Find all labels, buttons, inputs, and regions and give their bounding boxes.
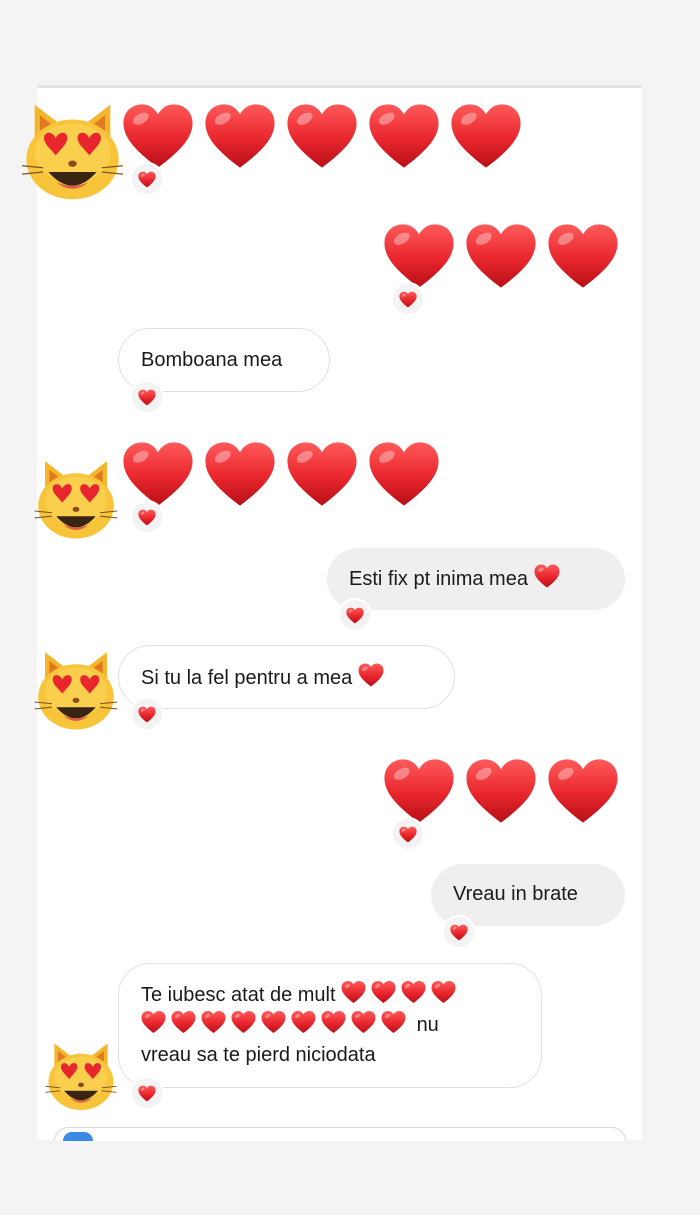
message-text: Bomboana mea bbox=[141, 349, 283, 371]
heart-reaction-badge[interactable] bbox=[130, 162, 164, 196]
heart-reaction-badge[interactable] bbox=[442, 915, 476, 949]
heart-emoji bbox=[358, 663, 384, 687]
heart-emoji bbox=[368, 100, 440, 172]
heart-emoji bbox=[371, 980, 396, 1004]
message-text: Si tu la fel pentru a mea bbox=[141, 667, 353, 689]
heart-emoji bbox=[368, 438, 440, 510]
heart-emoji bbox=[450, 100, 522, 172]
heart-eyes-cat-icon bbox=[44, 1038, 118, 1114]
heart-reaction-badge[interactable] bbox=[391, 817, 425, 851]
message-bubble-outgoing[interactable]: Esti fix pt inima mea bbox=[327, 548, 625, 610]
heart-emoji bbox=[261, 1010, 286, 1034]
heart-reaction-badge[interactable] bbox=[130, 500, 164, 534]
heart-eyes-cat-icon bbox=[33, 455, 119, 543]
heart-emoji bbox=[122, 100, 194, 172]
message-line: vreau sa te pierd niciodata bbox=[141, 1040, 519, 1070]
heart-icon bbox=[346, 607, 364, 624]
heart-emoji bbox=[547, 220, 619, 292]
heart-emoji bbox=[291, 1010, 316, 1034]
divider bbox=[37, 85, 642, 88]
heart-emoji bbox=[201, 1010, 226, 1034]
emoji-message[interactable] bbox=[122, 438, 440, 510]
heart-emoji bbox=[321, 1010, 346, 1034]
heart-icon bbox=[138, 171, 156, 188]
message-bubble-incoming[interactable]: Te iubesc atat de mult nu vreau sa te pi… bbox=[118, 963, 542, 1088]
heart-emoji bbox=[231, 1010, 256, 1034]
message-text: Esti fix pt inima mea bbox=[349, 568, 528, 590]
heart-emoji bbox=[383, 755, 455, 827]
heart-emoji bbox=[171, 1010, 196, 1034]
heart-eyes-cat-icon bbox=[20, 97, 125, 205]
heart-icon bbox=[138, 389, 156, 406]
heart-emoji bbox=[401, 980, 426, 1004]
heart-reaction-badge[interactable] bbox=[391, 282, 425, 316]
heart-emoji bbox=[286, 438, 358, 510]
emoji-message[interactable] bbox=[383, 755, 619, 827]
message-line: nu bbox=[141, 1010, 519, 1040]
heart-emoji bbox=[431, 980, 456, 1004]
heart-emoji bbox=[122, 438, 194, 510]
heart-emoji bbox=[547, 755, 619, 827]
heart-emoji bbox=[204, 100, 276, 172]
heart-emoji bbox=[534, 564, 560, 588]
heart-reaction-badge[interactable] bbox=[130, 697, 164, 731]
message-bubble-incoming[interactable]: Si tu la fel pentru a mea bbox=[118, 645, 455, 709]
heart-eyes-cat-icon bbox=[33, 646, 119, 734]
heart-emoji bbox=[383, 220, 455, 292]
heart-emoji bbox=[465, 220, 537, 292]
heart-emoji bbox=[465, 755, 537, 827]
heart-reaction-badge[interactable] bbox=[130, 1076, 164, 1110]
heart-emoji bbox=[341, 980, 366, 1004]
heart-reaction-badge[interactable] bbox=[130, 380, 164, 414]
message-text: vreau sa te pierd niciodata bbox=[141, 1044, 376, 1066]
message-line: Te iubesc atat de mult bbox=[141, 980, 519, 1010]
emoji-message[interactable] bbox=[383, 220, 619, 292]
heart-emoji bbox=[381, 1010, 406, 1034]
heart-emoji bbox=[141, 1010, 166, 1034]
camera-icon[interactable] bbox=[63, 1132, 93, 1141]
message-text: nu bbox=[416, 1014, 439, 1036]
heart-icon bbox=[399, 291, 417, 308]
emoji-message[interactable] bbox=[122, 100, 522, 172]
heart-icon bbox=[138, 706, 156, 723]
background bbox=[0, 1140, 700, 1215]
message-text: Vreau in brate bbox=[453, 883, 578, 905]
heart-icon bbox=[138, 509, 156, 526]
heart-icon bbox=[138, 1085, 156, 1102]
heart-emoji bbox=[351, 1010, 376, 1034]
heart-emoji bbox=[204, 438, 276, 510]
heart-reaction-badge[interactable] bbox=[338, 598, 372, 632]
heart-icon bbox=[399, 826, 417, 843]
message-text: Te iubesc atat de mult bbox=[141, 984, 336, 1006]
message-composer[interactable] bbox=[54, 1127, 626, 1141]
heart-emoji bbox=[286, 100, 358, 172]
heart-icon bbox=[450, 924, 468, 941]
